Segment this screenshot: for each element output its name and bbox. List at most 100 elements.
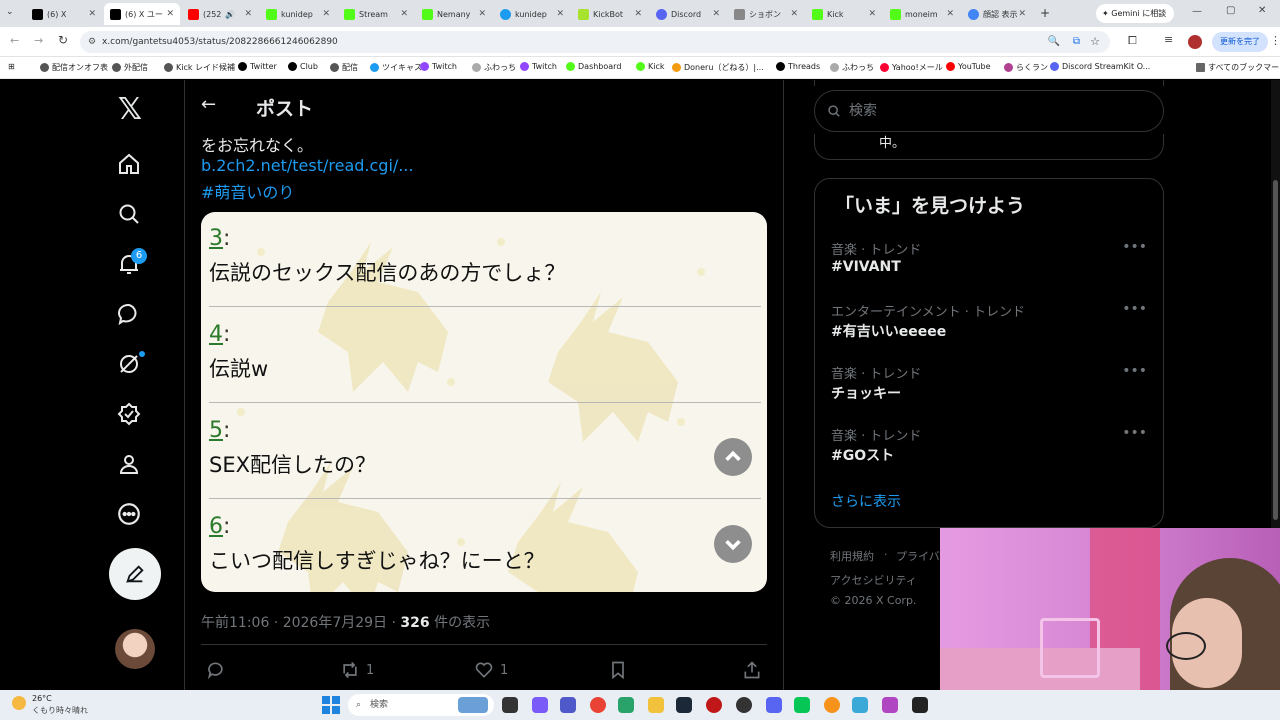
cast-icon[interactable]: ⧉ (1073, 31, 1080, 53)
page-scrollbar-thumb[interactable] (1273, 180, 1278, 520)
tab-close-icon[interactable]: ✕ (400, 9, 408, 19)
bookmark-item[interactable]: ふわっち (830, 62, 874, 73)
grok-icon[interactable] (113, 348, 145, 380)
tab-close-icon[interactable]: ✕ (712, 9, 720, 19)
reading-list-icon[interactable]: ≡ (1164, 33, 1173, 46)
address-bar[interactable]: ⚙ x.com/gantetsu4053/status/208228666124… (80, 31, 1110, 53)
footer-terms-link[interactable]: 利用規約 (830, 548, 874, 564)
windows-start-icon[interactable] (322, 696, 340, 714)
bookmark-item[interactable]: YouTube (946, 62, 991, 71)
browser-tab[interactable]: (252 🔊 ✕ (182, 3, 258, 25)
bookmark-item[interactable]: 配信オンオフ表 (40, 62, 108, 73)
teams-icon[interactable] (560, 697, 576, 713)
post-link[interactable]: b.2ch2.net/test/read.cgi/... (201, 156, 414, 175)
profile-avatar[interactable] (1188, 35, 1202, 49)
home-icon[interactable] (113, 148, 145, 180)
trend-more-icon[interactable]: ••• (1122, 301, 1147, 317)
steam-icon[interactable] (676, 697, 692, 713)
bookmark-icon[interactable] (608, 660, 628, 684)
bookmark-item[interactable]: ツイキャス (370, 62, 422, 73)
bookmark-item[interactable]: Yahoo!メール (880, 62, 943, 73)
browser-tab-active[interactable]: (6) X ユー ✕ (104, 3, 180, 25)
file-explorer-icon[interactable] (648, 697, 664, 713)
profile-icon[interactable] (113, 448, 145, 480)
menu-kebab-icon[interactable]: ⋮ (1270, 34, 1280, 47)
post-number-link[interactable]: 3 (209, 226, 223, 251)
tab-close-icon[interactable]: ✕ (478, 9, 486, 19)
bookmark-item[interactable]: Dashboard (566, 62, 621, 71)
tab-close-icon[interactable]: ✕ (322, 9, 330, 19)
task-view-icon[interactable] (502, 697, 518, 713)
trend-name[interactable]: #GOスト (831, 445, 894, 465)
bookmark-item[interactable]: Threads (776, 62, 820, 71)
terminal-icon[interactable] (912, 697, 928, 713)
post-number-link[interactable]: 5 (209, 418, 223, 443)
record-app-icon[interactable] (706, 697, 722, 713)
browser-tab[interactable]: Nemany ✕ (416, 3, 492, 25)
bookmark-item[interactable]: Twitch (520, 62, 557, 71)
notifications-bell-icon[interactable]: 6 (113, 248, 147, 280)
post-number-link[interactable]: 6 (209, 514, 223, 539)
show-more-link[interactable]: さらに表示 (831, 491, 901, 511)
minimize-icon[interactable]: — (1192, 6, 1202, 17)
bookmark-star-icon[interactable]: ☆ (1090, 31, 1100, 53)
tab-close-icon[interactable]: ✕ (244, 9, 252, 19)
zoom-icon[interactable]: 🔍 (1048, 31, 1060, 53)
bookmark-item[interactable]: Twitch (420, 62, 457, 71)
chrome-icon[interactable] (590, 697, 606, 713)
all-bookmarks-folder[interactable]: すべてのブックマーク (1196, 62, 1280, 73)
browser-tab[interactable]: kunidep ✕ (494, 3, 570, 25)
scroll-down-button[interactable] (714, 525, 752, 563)
bookmark-item[interactable]: Kick レイド候補 (164, 62, 235, 73)
browser-tab[interactable]: ショボン ✕ (728, 3, 804, 25)
trend-more-icon[interactable]: ••• (1122, 363, 1147, 379)
trend-name[interactable]: #VIVANT (831, 259, 901, 275)
taskbar-search[interactable]: ⌕ 検索 (348, 694, 494, 716)
line-icon[interactable] (794, 697, 810, 713)
messages-icon[interactable] (113, 298, 145, 330)
share-icon[interactable] (742, 660, 762, 684)
reload-icon[interactable]: ↻ (58, 33, 68, 47)
browser-tab[interactable]: Kick ✕ (806, 3, 882, 25)
browser-tab[interactable]: KickBot ✕ (572, 3, 648, 25)
bookmark-item[interactable]: Kick (636, 62, 665, 71)
tab-close-icon[interactable]: ✕ (868, 9, 876, 19)
forward-icon[interactable]: → (34, 34, 43, 47)
x-logo-icon[interactable]: 𝕏 (113, 92, 147, 127)
bookmark-item[interactable]: Discord StreamKit O... (1050, 62, 1150, 71)
like-button[interactable]: 1 (474, 660, 508, 680)
back-icon[interactable]: ← (10, 34, 19, 47)
account-avatar[interactable] (115, 629, 155, 669)
tab-close-icon[interactable]: ✕ (166, 9, 174, 19)
bookmark-item[interactable]: Club (288, 62, 318, 71)
extensions-icon[interactable]: ⧠ (1128, 34, 1137, 48)
post-hashtag[interactable]: #萌音いのり (201, 179, 294, 203)
explore-search-icon[interactable] (113, 198, 145, 230)
trend-name[interactable]: #有吉いいeeeee (831, 321, 946, 341)
browser-tab[interactable]: 顔認 表示 ✕ (962, 3, 1032, 25)
obs-icon[interactable] (736, 697, 752, 713)
discord-icon[interactable] (766, 697, 782, 713)
tab-close-icon[interactable]: ✕ (946, 9, 954, 19)
edge-icon[interactable] (618, 697, 634, 713)
coin-app-icon[interactable] (824, 697, 840, 713)
browser-tab[interactable]: kunidep ✕ (260, 3, 336, 25)
site-info-icon[interactable]: ⚙ (88, 31, 96, 53)
trend-name[interactable]: チョッキー (831, 383, 901, 403)
apps-grid-icon[interactable]: ⊞ (8, 62, 15, 71)
notepad-icon[interactable] (852, 697, 868, 713)
back-arrow-icon[interactable]: ← (201, 94, 216, 115)
trend-more-icon[interactable]: ••• (1122, 425, 1147, 441)
bookmark-item[interactable]: Twitter (238, 62, 277, 71)
browser-tab[interactable]: Discord ✕ (650, 3, 726, 25)
compose-post-button[interactable] (109, 548, 161, 600)
trend-more-icon[interactable]: ••• (1122, 239, 1147, 255)
footer-privacy-link[interactable]: プライバ (896, 548, 940, 564)
bookmark-item[interactable]: らくラン (1004, 62, 1048, 73)
post-image-card[interactable]: 3: 伝説のセックス配信のあの方でしょ？ 4: 伝説w 5: SEX配信したの？… (201, 212, 767, 592)
weather-temp[interactable]: 26°C (32, 694, 52, 703)
gemini-button[interactable]: ✦ Gemini に相談 (1096, 4, 1174, 23)
tab-close-icon[interactable]: ✕ (556, 9, 564, 19)
new-tab-plus-icon[interactable]: + (1040, 6, 1050, 20)
bookmark-item[interactable]: ふわっち (472, 62, 516, 73)
